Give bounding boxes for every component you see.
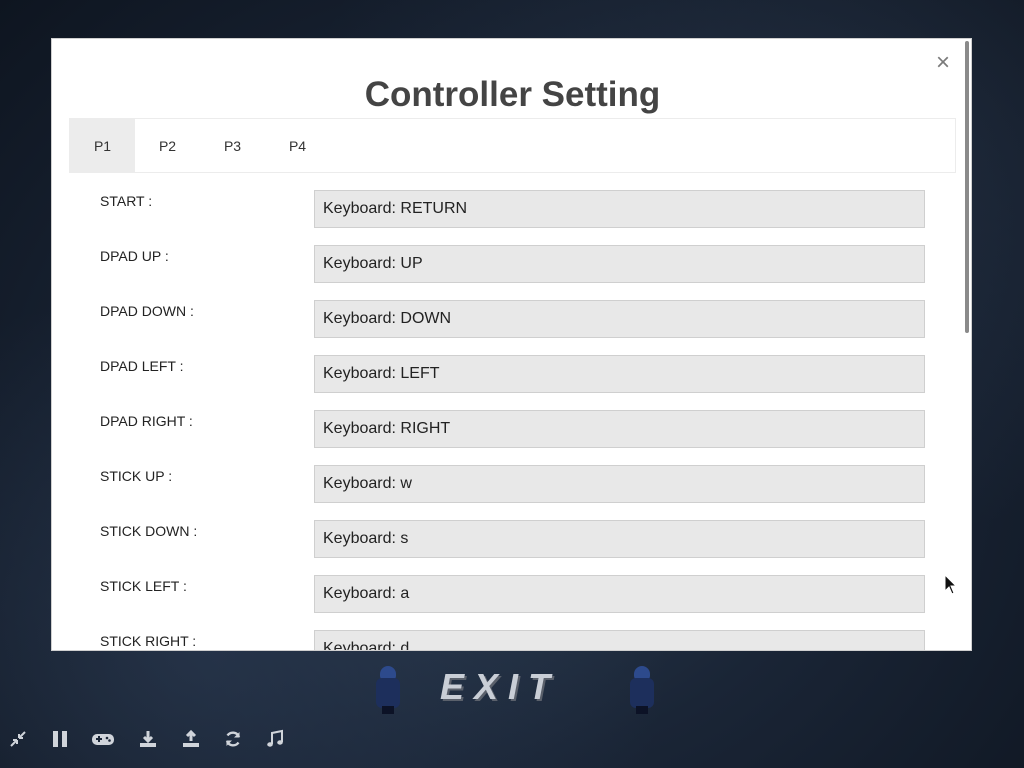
mapping-label: DPAD DOWN :	[100, 303, 194, 319]
mapping-row-stick-down: STICK DOWN : Keyboard: s	[52, 520, 971, 575]
mapping-label: STICK DOWN :	[100, 523, 198, 539]
download-icon[interactable]	[131, 722, 165, 756]
character-sprite-right	[628, 666, 656, 714]
mapping-input-stick-right[interactable]: Keyboard: d	[314, 630, 925, 650]
mapping-label: STICK RIGHT :	[100, 633, 197, 649]
mapping-input-dpad-left[interactable]: Keyboard: LEFT	[314, 355, 925, 393]
mapping-list: START : Keyboard: RETURN DPAD UP : Keybo…	[52, 190, 971, 650]
upload-icon[interactable]	[174, 722, 208, 756]
pause-icon[interactable]	[43, 722, 77, 756]
mapping-row-dpad-down: DPAD DOWN : Keyboard: DOWN	[52, 300, 971, 355]
mapping-label: DPAD LEFT :	[100, 358, 184, 374]
tab-p1[interactable]: P1	[70, 119, 135, 172]
controller-settings-dialog: Controller Setting × P1 P2 P3 P4 START :…	[51, 38, 972, 651]
mapping-input-stick-left[interactable]: Keyboard: a	[314, 575, 925, 613]
mapping-row-stick-left: STICK LEFT : Keyboard: a	[52, 575, 971, 630]
mapping-input-stick-up[interactable]: Keyboard: w	[314, 465, 925, 503]
shrink-icon[interactable]	[1, 722, 35, 756]
player-tabs: P1 P2 P3 P4	[69, 118, 956, 173]
exit-sign: EXIT	[440, 666, 561, 707]
mapping-row-dpad-left: DPAD LEFT : Keyboard: LEFT	[52, 355, 971, 410]
dialog-title: Controller Setting	[364, 75, 661, 114]
tab-p4[interactable]: P4	[265, 119, 330, 172]
tab-p2[interactable]: P2	[135, 119, 200, 172]
mapping-label: STICK UP :	[100, 468, 173, 484]
mapping-label: START :	[100, 193, 153, 209]
mapping-row-start: START : Keyboard: RETURN	[52, 190, 971, 245]
mapping-row-stick-up: STICK UP : Keyboard: w	[52, 465, 971, 520]
gamepad-icon[interactable]	[86, 722, 120, 756]
mapping-label: STICK LEFT :	[100, 578, 187, 594]
mapping-label: DPAD UP :	[100, 248, 169, 264]
music-icon[interactable]	[258, 722, 292, 756]
character-sprite-left	[374, 666, 402, 714]
mapping-row-dpad-right: DPAD RIGHT : Keyboard: RIGHT	[52, 410, 971, 465]
mapping-input-dpad-up[interactable]: Keyboard: UP	[314, 245, 925, 283]
mapping-row-stick-right: STICK RIGHT : Keyboard: d	[52, 630, 971, 650]
mapping-input-dpad-right[interactable]: Keyboard: RIGHT	[314, 410, 925, 448]
mapping-input-start[interactable]: Keyboard: RETURN	[314, 190, 925, 228]
mapping-label: DPAD RIGHT :	[100, 413, 193, 429]
mapping-input-stick-down[interactable]: Keyboard: s	[314, 520, 925, 558]
mapping-row-dpad-up: DPAD UP : Keyboard: UP	[52, 245, 971, 300]
close-button[interactable]: ×	[931, 51, 955, 75]
emulator-toolbar	[0, 722, 300, 756]
mouse-cursor-icon	[944, 574, 958, 595]
refresh-icon[interactable]	[216, 722, 250, 756]
tab-p3[interactable]: P3	[200, 119, 265, 172]
mapping-input-dpad-down[interactable]: Keyboard: DOWN	[314, 300, 925, 338]
